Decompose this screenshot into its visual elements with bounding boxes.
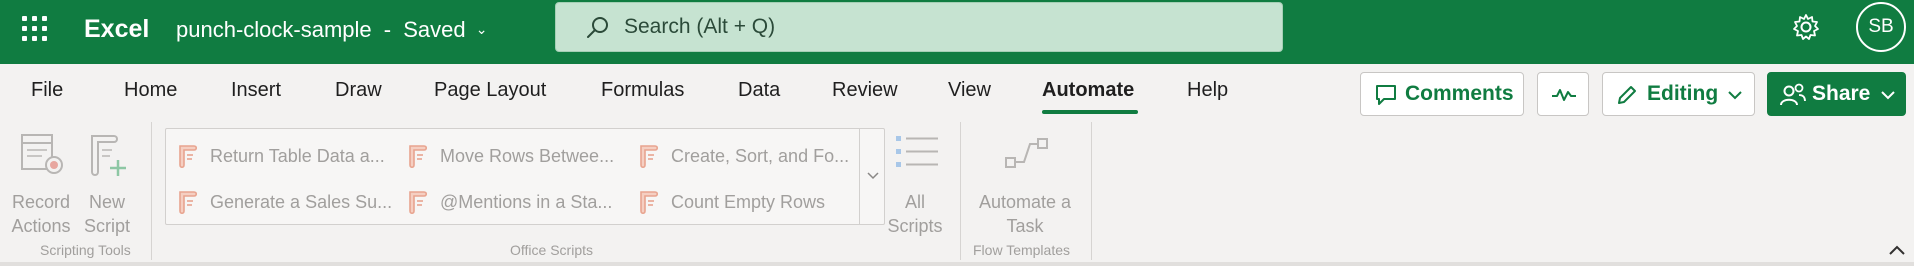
chevron-down-icon: ⌄ — [475, 21, 488, 37]
script-item-move-rows[interactable]: Move Rows Betwee... — [406, 138, 626, 174]
tab-data[interactable]: Data — [738, 77, 780, 103]
editing-label: Editing — [1647, 82, 1719, 105]
save-status: Saved — [403, 17, 466, 42]
chevron-down-icon — [1881, 91, 1895, 100]
chevron-down-icon — [1728, 91, 1742, 100]
all-scripts-button[interactable]: All Scripts — [885, 128, 945, 238]
comment-icon — [1376, 85, 1396, 105]
record-actions-button[interactable]: Record Actions — [8, 128, 74, 238]
script-item-generate-sales[interactable]: Generate a Sales Su... — [176, 184, 396, 220]
search-placeholder: Search (Alt + Q) — [624, 15, 776, 38]
activity-button[interactable] — [1537, 72, 1589, 116]
ribbon-automate: Record Actions New Script Scripting Tool… — [0, 120, 1914, 262]
gear-icon[interactable] — [1792, 13, 1820, 41]
share-button[interactable]: Share — [1767, 72, 1906, 116]
active-tab-indicator — [1042, 110, 1138, 114]
script-item-return-table-data[interactable]: Return Table Data a... — [176, 138, 396, 174]
people-icon — [1780, 83, 1806, 106]
group-divider — [1091, 122, 1092, 260]
script-icon — [409, 145, 428, 169]
comments-label: Comments — [1405, 82, 1514, 105]
script-item-label: Count Empty Rows — [671, 192, 826, 212]
script-icon — [640, 191, 659, 215]
tab-page-layout[interactable]: Page Layout — [434, 77, 546, 103]
scripting-tools-group-label: Scripting Tools — [40, 242, 131, 258]
office-scripts-group-label: Office Scripts — [510, 242, 593, 258]
document-title[interactable]: punch-clock-sample - Saved ⌄ — [176, 14, 487, 45]
title-bar: Excel punch-clock-sample - Saved ⌄ Searc… — [0, 0, 1914, 64]
tab-insert[interactable]: Insert — [231, 77, 281, 103]
chevron-down-icon — [867, 172, 879, 180]
tab-formulas[interactable]: Formulas — [601, 77, 684, 103]
waffle-icon[interactable] — [20, 14, 50, 44]
activity-icon — [1552, 89, 1576, 101]
script-icon — [409, 191, 428, 215]
chevron-up-icon[interactable] — [1888, 244, 1906, 256]
tab-review[interactable]: Review — [832, 77, 898, 103]
tab-file[interactable]: File — [31, 77, 63, 103]
automate-task-label-1: Automate a — [978, 192, 1072, 212]
search-box[interactable]: Search (Alt + Q) — [555, 2, 1283, 52]
search-icon — [587, 17, 608, 38]
script-item-label: Generate a Sales Su... — [210, 192, 393, 212]
app-name[interactable]: Excel — [84, 14, 149, 44]
group-divider — [151, 122, 152, 260]
script-icon — [179, 145, 198, 169]
record-icon — [21, 134, 63, 174]
script-item-label: Create, Sort, and Fo... — [671, 146, 850, 166]
group-divider — [960, 122, 961, 260]
gallery-expand-button[interactable] — [859, 129, 885, 224]
script-item-label: @Mentions in a Sta... — [440, 192, 613, 212]
tab-draw[interactable]: Draw — [335, 77, 382, 103]
new-script-label-1: New — [88, 192, 125, 212]
new-script-icon — [91, 135, 126, 176]
script-item-mentions[interactable]: @Mentions in a Sta... — [406, 184, 626, 220]
automate-task-label-2: Task — [1006, 216, 1044, 236]
flow-templates-group-label: Flow Templates — [973, 242, 1071, 258]
list-icon — [896, 136, 938, 167]
all-scripts-label-1: All — [904, 192, 925, 212]
new-script-button[interactable]: New Script — [78, 128, 136, 238]
title-separator: - — [383, 17, 392, 42]
document-name: punch-clock-sample — [176, 17, 372, 42]
tab-home[interactable]: Home — [124, 77, 177, 103]
record-actions-label-2: Actions — [11, 216, 71, 236]
automate-task-button[interactable]: Automate a Task — [968, 128, 1082, 238]
new-script-label-2: Script — [83, 216, 130, 236]
script-icon — [640, 145, 659, 169]
tab-view[interactable]: View — [948, 77, 991, 103]
script-item-count-empty-rows[interactable]: Count Empty Rows — [637, 184, 857, 220]
flow-icon — [1005, 138, 1048, 168]
record-actions-label-1: Record — [11, 192, 71, 212]
script-item-label: Move Rows Betwee... — [440, 146, 615, 166]
comments-button[interactable]: Comments — [1360, 72, 1524, 116]
ribbon-tabs: File Home Insert Draw Page Layout Formul… — [0, 64, 1914, 120]
ribbon-bottom-border — [0, 262, 1914, 266]
tab-automate[interactable]: Automate — [1042, 77, 1134, 103]
script-item-create-sort[interactable]: Create, Sort, and Fo... — [637, 138, 857, 174]
share-label: Share — [1812, 82, 1871, 105]
pencil-icon — [1618, 86, 1636, 104]
script-item-label: Return Table Data a... — [210, 146, 385, 166]
office-scripts-gallery: Return Table Data a... Move Rows Betwee.… — [165, 128, 885, 225]
all-scripts-label-2: Scripts — [887, 216, 943, 236]
avatar[interactable]: SB — [1856, 2, 1906, 52]
script-icon — [179, 191, 198, 215]
tab-help[interactable]: Help — [1187, 77, 1228, 103]
editing-mode-button[interactable]: Editing — [1602, 72, 1755, 116]
